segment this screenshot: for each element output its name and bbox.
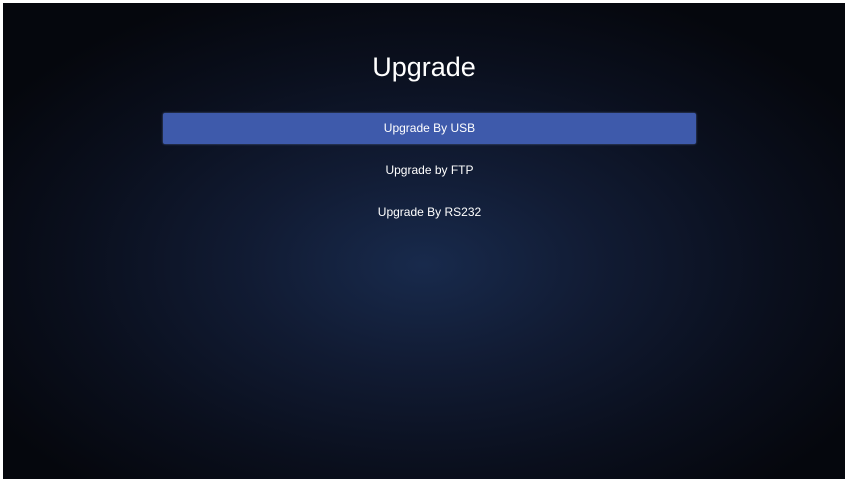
page-title: Upgrade — [372, 52, 476, 82]
menu-item-upgrade-usb[interactable]: Upgrade By USB — [163, 113, 696, 144]
menu-item-upgrade-rs232[interactable]: Upgrade By RS232 — [163, 197, 696, 228]
menu-item-upgrade-ftp[interactable]: Upgrade by FTP — [163, 155, 696, 186]
upgrade-screen: Upgrade Upgrade By USB Upgrade by FTP Up… — [3, 3, 845, 479]
upgrade-menu: Upgrade By USB Upgrade by FTP Upgrade By… — [163, 113, 696, 239]
